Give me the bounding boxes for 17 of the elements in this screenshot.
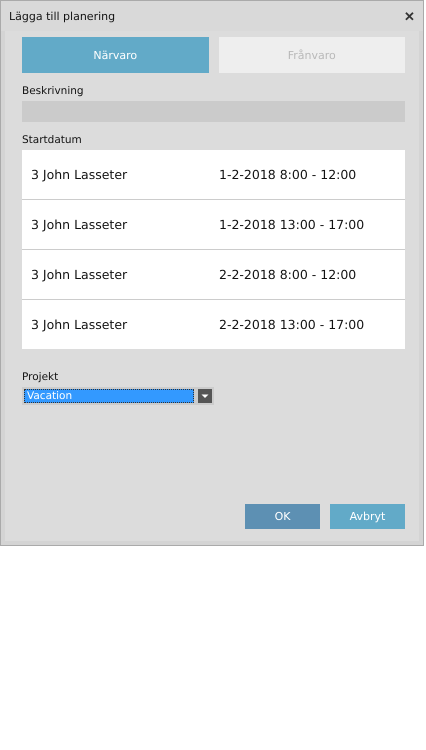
- time-range: 1-2-2018 8:00 - 12:00: [219, 167, 356, 182]
- person-name: 3 John Lasseter: [30, 317, 128, 332]
- window-title: Lägga till planering: [9, 10, 116, 22]
- field-label: Startdatum: [22, 134, 83, 146]
- project-dropdown[interactable]: Vacation: [24, 389, 194, 403]
- tab[interactable]: Närvaro: [22, 37, 208, 73]
- time-range: 1-2-2018 13:00 - 17:00: [219, 217, 364, 232]
- person-name: 3 John Lasseter: [30, 267, 128, 282]
- close-button[interactable]: ✕: [404, 8, 415, 24]
- dialog-button[interactable]: Avbryt: [330, 504, 405, 529]
- field-label: Projekt: [22, 371, 60, 383]
- field-label: Beskrivning: [22, 85, 85, 97]
- dialog-button[interactable]: OK: [245, 504, 320, 529]
- time-range: 2-2-2018 8:00 - 12:00: [219, 267, 356, 282]
- person-name: 3 John Lasseter: [30, 217, 128, 232]
- person-name: 3 John Lasseter: [30, 167, 128, 182]
- time-range: 2-2-2018 13:00 - 17:00: [219, 317, 364, 332]
